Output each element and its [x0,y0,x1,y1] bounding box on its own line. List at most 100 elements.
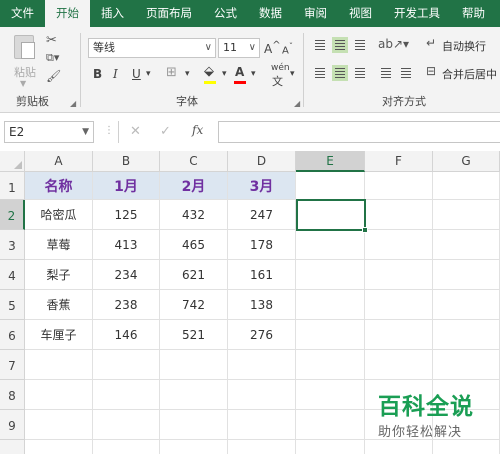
tab-home[interactable]: 开始 [45,0,90,27]
table-cell[interactable]: 465 [160,230,228,260]
empty-cell[interactable] [433,320,500,350]
empty-cell[interactable] [160,410,228,440]
tab-formulas[interactable]: 公式 [203,0,248,27]
empty-cell[interactable] [160,350,228,380]
table-cell[interactable]: 草莓 [25,230,93,260]
empty-cell[interactable] [365,320,433,350]
format-painter-icon[interactable]: 🖌 [46,69,61,83]
empty-cell[interactable] [25,380,93,410]
empty-cell[interactable] [433,350,500,380]
font-launcher-icon[interactable]: ◢ [294,99,300,108]
decrease-font-button[interactable]: Aˇ [282,41,293,56]
tab-help[interactable]: 帮助 [451,0,496,27]
empty-cell[interactable] [365,440,433,454]
phonetic-button[interactable]: wén [271,63,290,73]
empty-cell[interactable] [365,260,433,290]
row-header-8[interactable]: 8 [0,380,25,410]
tab-view[interactable]: 视图 [338,0,383,27]
empty-cell[interactable] [25,410,93,440]
empty-cell[interactable] [433,172,500,200]
row-header-5[interactable]: 5 [0,290,25,320]
row-header-1[interactable]: 1 [0,172,25,200]
empty-cell[interactable] [433,290,500,320]
empty-cell[interactable] [296,260,365,290]
fill-color-icon[interactable]: ⬙ [204,64,214,79]
empty-cell[interactable] [228,350,296,380]
column-header-c[interactable]: C [160,151,228,172]
increase-indent-button[interactable] [398,65,414,81]
active-cell-selection[interactable] [296,199,368,233]
row-header-2[interactable]: 2 [0,200,25,230]
tab-insert[interactable]: 插入 [90,0,135,27]
empty-cell[interactable] [433,200,500,230]
empty-cell[interactable] [433,230,500,260]
empty-cell[interactable] [93,380,160,410]
formula-input[interactable] [218,121,500,143]
empty-cell[interactable] [433,440,500,454]
phonetic-dropdown-icon[interactable]: ▾ [290,69,295,79]
cancel-icon[interactable]: ✕ [130,124,141,139]
italic-button[interactable]: I [113,67,118,81]
font-size-select[interactable]: 11 ∨ [218,38,260,58]
table-cell[interactable]: 521 [160,320,228,350]
name-box[interactable]: E2 ▼ [4,121,94,143]
column-header-a[interactable]: A [25,151,93,172]
table-cell[interactable]: 梨子 [25,260,93,290]
merge-center-button[interactable]: 合并后居中 [442,66,497,82]
bold-button[interactable]: B [93,67,102,81]
empty-cell[interactable] [296,230,365,260]
increase-font-button[interactable]: A^ [264,40,281,56]
empty-cell[interactable] [25,350,93,380]
decrease-indent-button[interactable] [378,65,394,81]
select-all-button[interactable] [0,151,25,172]
empty-cell[interactable] [296,380,365,410]
enter-icon[interactable]: ✓ [160,124,171,139]
table-cell[interactable]: 138 [228,290,296,320]
border-icon[interactable]: ⊞ [166,65,177,80]
tab-file[interactable]: 文件 [0,0,45,27]
row-header-6[interactable]: 6 [0,320,25,350]
empty-cell[interactable] [365,350,433,380]
orientation-icon[interactable]: ab↗▾ [378,37,409,51]
empty-cell[interactable] [296,172,365,200]
align-left-button[interactable] [312,65,328,81]
table-cell[interactable]: 178 [228,230,296,260]
column-header-f[interactable]: F [365,151,433,172]
wrap-text-button[interactable]: 自动换行 [442,38,486,54]
font-color-dropdown-icon[interactable]: ▾ [251,69,256,79]
fill-handle[interactable] [362,227,368,233]
table-cell[interactable]: 香蕉 [25,290,93,320]
empty-cell[interactable] [433,260,500,290]
table-cell[interactable]: 234 [93,260,160,290]
row-header-3[interactable]: 3 [0,230,25,260]
table-cell[interactable]: 247 [228,200,296,230]
insert-function-button[interactable]: fx [192,123,203,137]
worksheet-grid[interactable]: A B C D E F G 1 2 3 4 5 6 7 8 9 名称 1月 2月… [0,151,500,454]
table-cell[interactable]: 146 [93,320,160,350]
table-cell[interactable]: 125 [93,200,160,230]
empty-cell[interactable] [93,410,160,440]
column-header-b[interactable]: B [93,151,160,172]
column-header-g[interactable]: G [433,151,500,172]
table-cell[interactable]: 车厘子 [25,320,93,350]
empty-cell[interactable] [365,230,433,260]
tab-review[interactable]: 审阅 [293,0,338,27]
empty-cell[interactable] [228,380,296,410]
empty-cell[interactable] [296,290,365,320]
row-header-9[interactable]: 9 [0,410,25,440]
table-header-cell[interactable]: 3月 [228,172,296,200]
table-cell[interactable]: 432 [160,200,228,230]
table-header-cell[interactable]: 2月 [160,172,228,200]
align-top-button[interactable] [312,37,328,53]
border-dropdown-icon[interactable]: ▾ [185,69,190,79]
table-cell[interactable]: 238 [93,290,160,320]
tab-developer[interactable]: 开发工具 [383,0,451,27]
empty-cell[interactable] [365,200,433,230]
table-cell[interactable]: 276 [228,320,296,350]
table-cell[interactable]: 哈密瓜 [25,200,93,230]
align-center-button[interactable] [332,65,348,81]
empty-cell[interactable] [296,410,365,440]
row-header-4[interactable]: 4 [0,260,25,290]
empty-cell[interactable] [296,350,365,380]
table-cell[interactable]: 413 [93,230,160,260]
